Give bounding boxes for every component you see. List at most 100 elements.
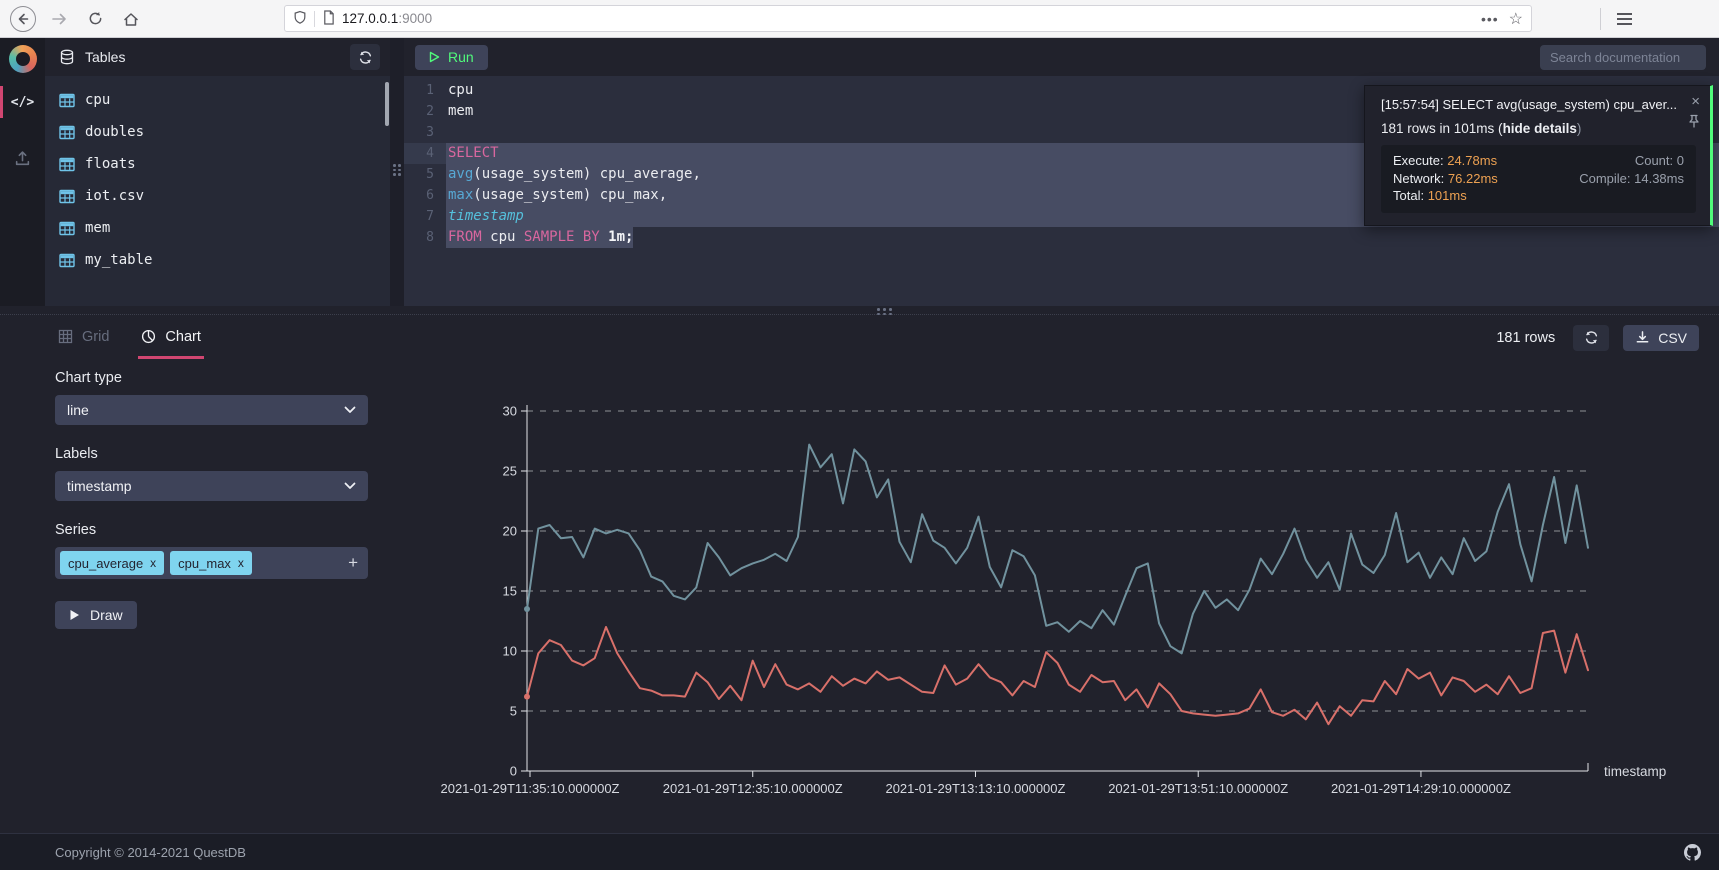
code-line[interactable]: 8FROM cpu SAMPLE BY 1m;	[404, 227, 1719, 248]
table-name: my_table	[85, 252, 152, 268]
series-chip[interactable]: cpu_max x	[170, 551, 252, 575]
table-name: cpu	[85, 92, 110, 108]
panel-resize-handle[interactable]	[390, 38, 404, 306]
tab-grid[interactable]: Grid	[55, 317, 112, 359]
svg-text:2021-01-29T14:29:10.000000Z: 2021-01-29T14:29:10.000000Z	[1331, 781, 1511, 796]
chart-controls: Chart type line Labels timestamp Series …	[55, 370, 368, 629]
code-text	[446, 122, 448, 143]
code-text: cpu	[446, 80, 473, 101]
toolbar-separator	[1600, 8, 1601, 30]
svg-text:2021-01-29T13:13:10.000000Z: 2021-01-29T13:13:10.000000Z	[885, 781, 1065, 796]
home-icon[interactable]	[118, 6, 144, 32]
table-row[interactable]: floats	[45, 148, 390, 180]
rows-count: 181 rows	[1496, 330, 1555, 346]
table-icon	[59, 125, 75, 140]
questdb-console: </> Tables cpu doubles floats iot.csv mem my_…	[0, 38, 1719, 870]
svg-text:25: 25	[503, 464, 517, 479]
svg-text:2021-01-29T12:35:10.000000Z: 2021-01-29T12:35:10.000000Z	[663, 781, 843, 796]
rail-item-import[interactable]	[0, 136, 45, 180]
svg-text:10: 10	[503, 644, 517, 659]
reload-icon[interactable]	[82, 6, 108, 32]
notification-summary: 181 rows in 101ms (hide details)	[1381, 121, 1696, 136]
line-number: 5	[404, 164, 446, 185]
draw-button[interactable]: Draw	[55, 601, 137, 629]
table-row[interactable]: mem	[45, 212, 390, 244]
chart-type-label: Chart type	[55, 370, 368, 386]
grid-icon	[58, 329, 73, 344]
table-icon	[59, 189, 75, 204]
remove-chip-icon[interactable]: x	[150, 556, 156, 570]
svg-text:30: 30	[503, 404, 517, 419]
remove-chip-icon[interactable]: x	[238, 556, 244, 570]
table-row[interactable]: doubles	[45, 116, 390, 148]
browser-toolbar: 127.0.0.1:9000 ••• ☆	[0, 0, 1719, 38]
series-cpu_max	[527, 445, 1588, 654]
compile-time: 14.38ms	[1634, 171, 1684, 186]
hide-details-link[interactable]: hide details	[1503, 121, 1577, 136]
back-icon[interactable]	[10, 6, 36, 32]
page-actions-icon[interactable]: •••	[1481, 11, 1499, 27]
results-tabbar: Grid Chart 181 rows CSV	[0, 315, 1719, 360]
labels-select[interactable]: timestamp	[55, 471, 368, 501]
upload-icon	[14, 150, 31, 167]
svg-text:5: 5	[510, 704, 517, 719]
line-number: 1	[404, 80, 446, 101]
table-icon	[59, 253, 75, 268]
play-icon	[69, 609, 80, 621]
run-button[interactable]: Run	[415, 45, 488, 70]
results-refresh-button[interactable]	[1573, 325, 1609, 351]
bookmark-star-icon[interactable]: ☆	[1509, 9, 1523, 29]
table-icon	[59, 253, 75, 268]
url-bar[interactable]: 127.0.0.1:9000 ••• ☆	[284, 5, 1532, 32]
table-icon	[59, 93, 75, 108]
table-name: mem	[85, 220, 110, 236]
line-number: 6	[404, 185, 446, 206]
table-row[interactable]: my_table	[45, 244, 390, 276]
tables-refresh-button[interactable]	[350, 44, 380, 70]
play-icon	[429, 51, 440, 63]
browser-menu-icon[interactable]	[1617, 13, 1632, 25]
questdb-logo[interactable]	[0, 38, 45, 80]
close-icon[interactable]: ×	[1691, 94, 1700, 109]
tab-chart[interactable]: Chart	[138, 317, 203, 359]
table-name: doubles	[85, 124, 144, 140]
table-name: iot.csv	[85, 188, 144, 204]
search-documentation-input[interactable]	[1540, 45, 1706, 70]
chart-type-select[interactable]: line	[55, 395, 368, 425]
series-chip[interactable]: cpu_averagex	[60, 551, 164, 575]
url-divider	[314, 11, 315, 27]
shield-icon[interactable]	[293, 10, 307, 28]
tables-title: Tables	[85, 49, 125, 65]
total-time: 101ms	[1428, 188, 1467, 203]
network-time: 76.22ms	[1448, 171, 1498, 186]
pin-icon[interactable]	[1688, 114, 1700, 133]
series-chip-label: cpu_max	[178, 556, 231, 571]
table-icon	[59, 221, 75, 236]
table-icon	[59, 157, 75, 172]
results-section: Grid Chart 181 rows CSV 0510152025302021…	[0, 314, 1719, 833]
scrollbar-thumb[interactable]	[385, 82, 389, 126]
chevron-down-icon	[344, 482, 356, 490]
table-row[interactable]: iot.csv	[45, 180, 390, 212]
execute-time: 24.78ms	[1447, 153, 1497, 168]
tables-header: Tables	[45, 38, 390, 76]
table-icon	[59, 221, 75, 236]
line-number: 7	[404, 206, 446, 227]
csv-download-button[interactable]: CSV	[1623, 325, 1699, 351]
labels-label: Labels	[55, 446, 368, 462]
table-icon	[59, 93, 75, 108]
forward-icon[interactable]	[46, 6, 72, 32]
table-icon	[59, 157, 75, 172]
add-series-icon[interactable]: +	[348, 553, 358, 573]
page-icon[interactable]	[322, 10, 335, 28]
rail-item-console[interactable]: </>	[0, 80, 45, 124]
line-number: 8	[404, 227, 446, 248]
code-icon: </>	[11, 95, 34, 110]
table-row[interactable]: cpu	[45, 84, 390, 116]
editor-results-divider[interactable]	[0, 306, 1719, 314]
refresh-icon	[1584, 330, 1599, 345]
editor-topbar: Run	[404, 38, 1719, 76]
url-text: 127.0.0.1:9000	[342, 11, 1474, 26]
chevron-down-icon	[344, 406, 356, 414]
github-icon[interactable]	[1684, 844, 1701, 861]
